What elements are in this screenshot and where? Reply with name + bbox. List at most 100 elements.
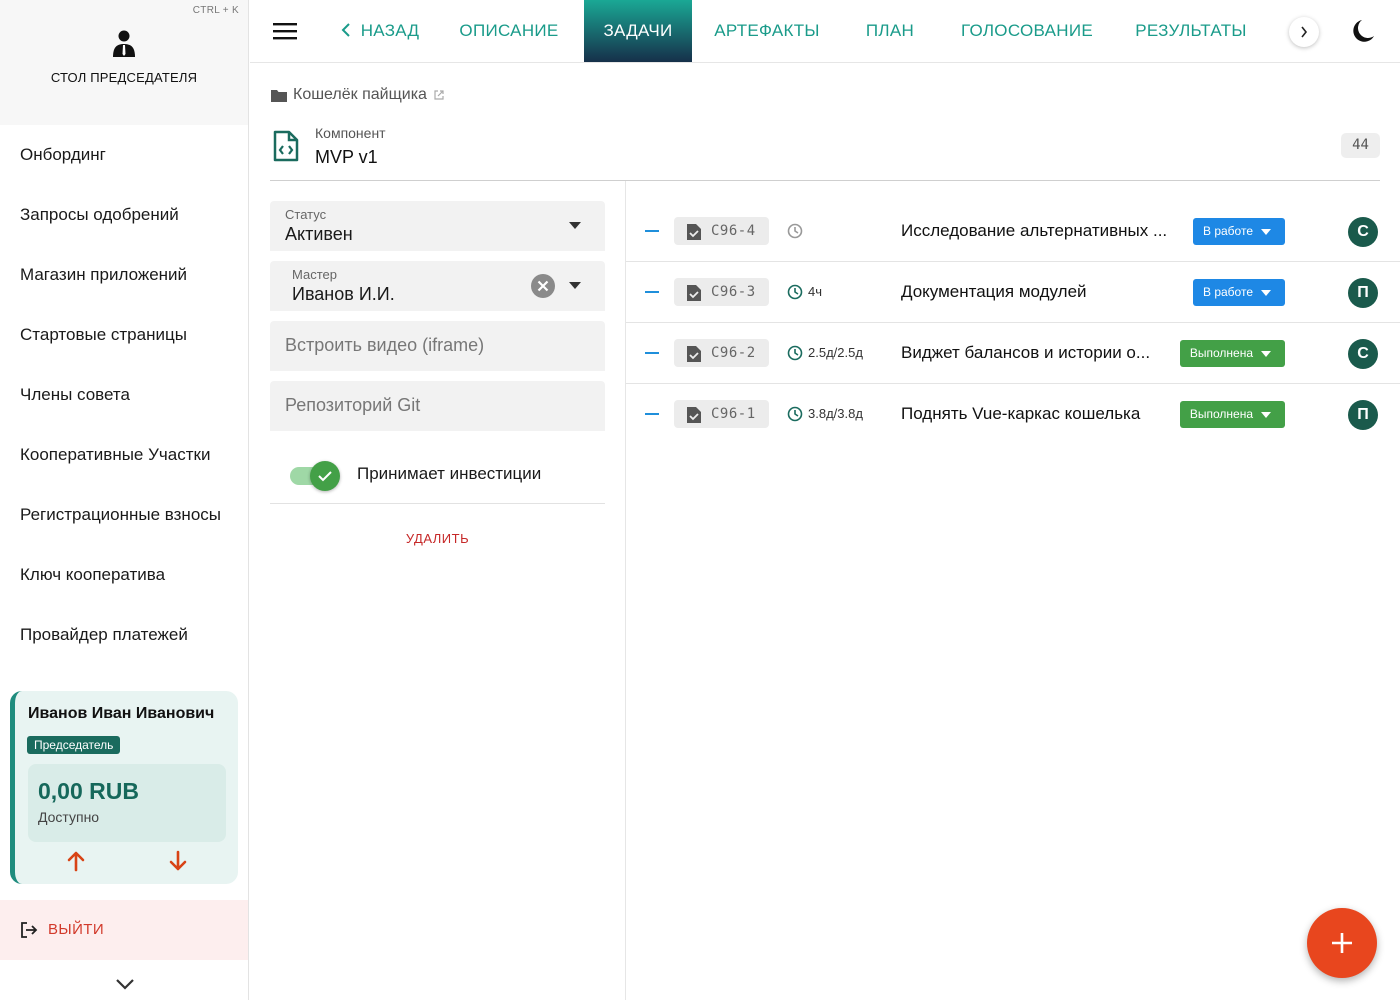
withdraw-arrow-down-icon[interactable] bbox=[166, 849, 190, 873]
task-status-label: В работе bbox=[1202, 285, 1253, 299]
folder-icon bbox=[271, 89, 287, 102]
caret-down-icon[interactable] bbox=[569, 282, 581, 290]
video-embed-input[interactable]: Встроить видео (iframe) bbox=[270, 321, 605, 371]
master-select[interactable]: Мастер Иванов И.И. bbox=[270, 261, 605, 311]
task-status-dropdown[interactable]: Выполнена bbox=[1179, 401, 1285, 428]
moon-icon[interactable] bbox=[1353, 19, 1375, 43]
caret-down-icon bbox=[1261, 412, 1271, 418]
tab-results[interactable]: РЕЗУЛЬТАТЫ bbox=[1128, 0, 1254, 62]
check-icon bbox=[318, 471, 332, 482]
tab-voting[interactable]: ГОЛОСОВАНИЕ bbox=[952, 0, 1102, 62]
caret-down-icon[interactable] bbox=[569, 222, 581, 230]
task-id-chip[interactable]: C96-1 bbox=[674, 400, 769, 428]
collapse-task-button[interactable] bbox=[645, 413, 659, 415]
tab-back-label: НАЗАД bbox=[360, 21, 420, 40]
task-status-dropdown[interactable]: Выполнена bbox=[1179, 340, 1285, 367]
code-file-icon bbox=[273, 130, 299, 162]
balance-label: Доступно bbox=[38, 809, 100, 825]
chevron-down-icon[interactable] bbox=[113, 974, 137, 994]
task-doc-icon bbox=[687, 224, 701, 240]
add-task-button[interactable] bbox=[1307, 908, 1377, 978]
balance-box: 0,00 RUB Доступно bbox=[28, 764, 226, 842]
task-title[interactable]: Документация модулей bbox=[901, 282, 1173, 302]
task-title[interactable]: Поднять Vue-каркас кошелька bbox=[901, 404, 1173, 424]
sidebar-item-approvals[interactable]: Запросы одобрений bbox=[0, 185, 248, 245]
collapse-task-button[interactable] bbox=[645, 352, 659, 354]
task-status-dropdown[interactable]: В работе bbox=[1192, 218, 1285, 245]
toggle-knob bbox=[310, 461, 340, 491]
task-title[interactable]: Исследование альтернативных ... bbox=[901, 221, 1173, 241]
component-header: Компонент MVP v1 44 bbox=[270, 120, 1380, 181]
task-doc-icon bbox=[687, 285, 701, 301]
tab-back[interactable]: НАЗАД bbox=[334, 0, 426, 62]
task-row[interactable]: C96-4 Исследование альтернативных ... В ра… bbox=[626, 201, 1400, 262]
task-id: C96-1 bbox=[711, 406, 756, 422]
sidebar-item-registration-fees[interactable]: Регистрационные взносы bbox=[0, 485, 248, 545]
assignee-avatar[interactable]: С bbox=[1348, 339, 1378, 369]
sidebar-item-council-members[interactable]: Члены совета bbox=[0, 365, 248, 425]
video-embed-placeholder: Встроить видео (iframe) bbox=[285, 335, 485, 355]
clock-icon bbox=[787, 345, 803, 361]
status-select[interactable]: Статус Активен bbox=[270, 201, 605, 251]
logout-icon bbox=[21, 922, 38, 938]
component-label: Компонент bbox=[315, 125, 386, 141]
deposit-arrow-up-icon[interactable] bbox=[64, 849, 88, 873]
task-row[interactable]: C96-2 2.5д/2.5д Виджет балансов и истории … bbox=[626, 323, 1400, 384]
master-label: Мастер bbox=[292, 267, 337, 282]
collapse-task-button[interactable] bbox=[645, 230, 659, 232]
chairman-user-icon bbox=[113, 30, 135, 57]
role-badge: Председатель bbox=[27, 736, 121, 754]
master-value: Иванов И.И. bbox=[292, 284, 395, 304]
top-bar: НАЗАД ОПИСАНИЕ ЗАДАЧИ АРТЕФАКТЫ ПЛАН ГОЛ… bbox=[250, 0, 1400, 63]
caret-down-icon bbox=[1261, 351, 1271, 357]
menu-icon[interactable] bbox=[273, 20, 297, 42]
task-id: C96-4 bbox=[711, 223, 756, 239]
sidebar-item-coop-key[interactable]: Ключ кооператива bbox=[0, 545, 248, 605]
shortcut-hint: CTRL + K bbox=[192, 5, 239, 16]
clock-icon bbox=[787, 284, 803, 300]
logout-label: ВЫЙТИ bbox=[48, 921, 105, 938]
caret-down-icon bbox=[1261, 229, 1271, 235]
invest-toggle-row: Принимает инвестиции bbox=[270, 446, 605, 504]
component-count-badge: 44 bbox=[1341, 133, 1380, 158]
delete-button[interactable]: УДАЛИТЬ bbox=[270, 531, 605, 546]
git-repo-placeholder: Репозиторий Git bbox=[285, 395, 421, 415]
sidebar-item-start-pages[interactable]: Стартовые страницы bbox=[0, 305, 248, 365]
sidebar-title: СТОЛ ПРЕДСЕДАТЕЛЯ bbox=[50, 70, 198, 85]
clear-icon[interactable] bbox=[531, 274, 555, 298]
tabs-scroll-right-button[interactable] bbox=[1289, 17, 1319, 47]
tab-artifacts[interactable]: АРТЕФАКТЫ bbox=[710, 0, 824, 62]
task-id-chip[interactable]: C96-3 bbox=[674, 278, 769, 306]
tab-description[interactable]: ОПИСАНИЕ bbox=[452, 0, 566, 62]
task-row[interactable]: C96-3 4ч Документация модулей В работе П bbox=[626, 262, 1400, 323]
assignee-avatar[interactable]: С bbox=[1348, 217, 1378, 247]
assignee-avatar[interactable]: П bbox=[1348, 278, 1378, 308]
invest-toggle[interactable] bbox=[288, 461, 342, 491]
clock-icon bbox=[787, 223, 803, 239]
breadcrumb: Кошелёк пайщика bbox=[271, 86, 445, 104]
breadcrumb-project[interactable]: Кошелёк пайщика bbox=[293, 86, 427, 104]
task-title[interactable]: Виджет балансов и истории о... bbox=[901, 343, 1173, 363]
task-id-chip[interactable]: C96-4 bbox=[674, 217, 769, 245]
tab-plan[interactable]: ПЛАН bbox=[856, 0, 924, 62]
status-value: Активен bbox=[285, 224, 353, 244]
git-repo-input[interactable]: Репозиторий Git bbox=[270, 381, 605, 431]
sidebar-item-app-store[interactable]: Магазин приложений bbox=[0, 245, 248, 305]
assignee-avatar[interactable]: П bbox=[1348, 400, 1378, 430]
user-name: Иванов Иван Иванович bbox=[28, 705, 215, 722]
collapse-task-button[interactable] bbox=[645, 291, 659, 293]
plus-icon bbox=[1332, 933, 1352, 953]
logout-button[interactable]: ВЫЙТИ bbox=[0, 900, 248, 960]
task-doc-icon bbox=[687, 407, 701, 423]
caret-down-icon bbox=[1261, 290, 1271, 296]
task-status-dropdown[interactable]: В работе bbox=[1192, 279, 1285, 306]
tab-tasks[interactable]: ЗАДАЧИ bbox=[584, 0, 692, 62]
sidebar-item-onboarding[interactable]: Онбординг bbox=[0, 125, 248, 185]
sidebar-item-payment-provider[interactable]: Провайдер платежей bbox=[0, 605, 248, 665]
sidebar-header: CTRL + K СТОЛ ПРЕДСЕДАТЕЛЯ bbox=[0, 0, 248, 125]
task-id-chip[interactable]: C96-2 bbox=[674, 339, 769, 367]
external-link-icon[interactable] bbox=[433, 89, 445, 101]
sidebar-item-coop-plots[interactable]: Кооперативные Участки bbox=[0, 425, 248, 485]
task-status-label: Выполнена bbox=[1189, 346, 1253, 360]
task-row[interactable]: C96-1 3.8д/3.8д Поднять Vue-каркас кошельк… bbox=[626, 384, 1400, 445]
